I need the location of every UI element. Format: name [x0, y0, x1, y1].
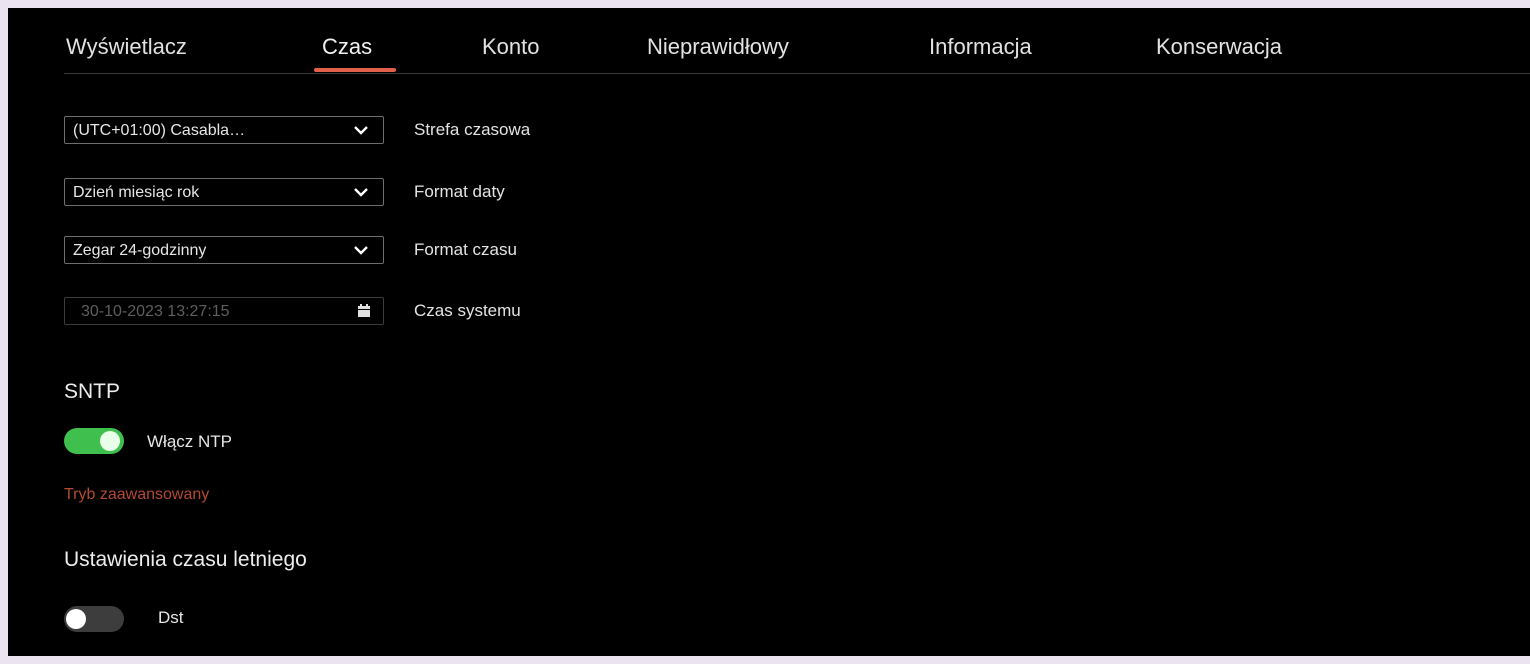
calendar-icon[interactable] [357, 304, 371, 318]
date-format-select[interactable]: Dzień miesiąc rok [64, 178, 384, 206]
date-format-value: Dzień miesiąc rok [73, 184, 200, 201]
date-format-label: Format daty [414, 182, 505, 201]
time-format-select[interactable]: Zegar 24-godzinny [64, 236, 384, 264]
system-time-value: 30-10-2023 13:27:15 [81, 303, 230, 320]
active-tab-indicator [314, 68, 396, 72]
dst-toggle-label: Dst [158, 608, 184, 627]
timezone-value: (UTC+01:00) Casabla… [73, 122, 246, 139]
tab-time[interactable]: Czas [322, 34, 372, 60]
toggle-knob [100, 431, 120, 451]
tab-bar: Wyświetlacz Czas Konto Nieprawidłowy Inf… [8, 8, 1530, 74]
ntp-toggle-label: Włącz NTP [147, 432, 232, 451]
tab-divider [64, 73, 1530, 74]
ntp-toggle[interactable] [64, 428, 124, 454]
chevron-down-icon [354, 188, 368, 197]
sntp-title: SNTP [64, 380, 121, 403]
tab-maintenance[interactable]: Konserwacja [1156, 34, 1282, 60]
toggle-knob [66, 609, 86, 629]
timezone-select[interactable]: (UTC+01:00) Casabla… [64, 116, 384, 144]
advanced-mode-link[interactable]: Tryb zaawansowany [64, 486, 209, 504]
tab-account[interactable]: Konto [482, 34, 540, 60]
time-format-label: Format czasu [414, 240, 517, 259]
system-time-field: 30-10-2023 13:27:15 [64, 297, 384, 325]
tab-information[interactable]: Informacja [929, 34, 1032, 60]
dst-toggle[interactable] [64, 606, 124, 632]
chevron-down-icon [354, 126, 368, 135]
time-format-value: Zegar 24-godzinny [73, 242, 207, 259]
dst-title: Ustawienia czasu letniego [64, 548, 307, 571]
timezone-label: Strefa czasowa [414, 120, 531, 139]
tab-abnormal[interactable]: Nieprawidłowy [647, 34, 789, 60]
chevron-down-icon [354, 246, 368, 255]
settings-panel: Wyświetlacz Czas Konto Nieprawidłowy Inf… [8, 8, 1530, 656]
tab-display[interactable]: Wyświetlacz [66, 34, 187, 60]
system-time-label: Czas systemu [414, 301, 521, 320]
